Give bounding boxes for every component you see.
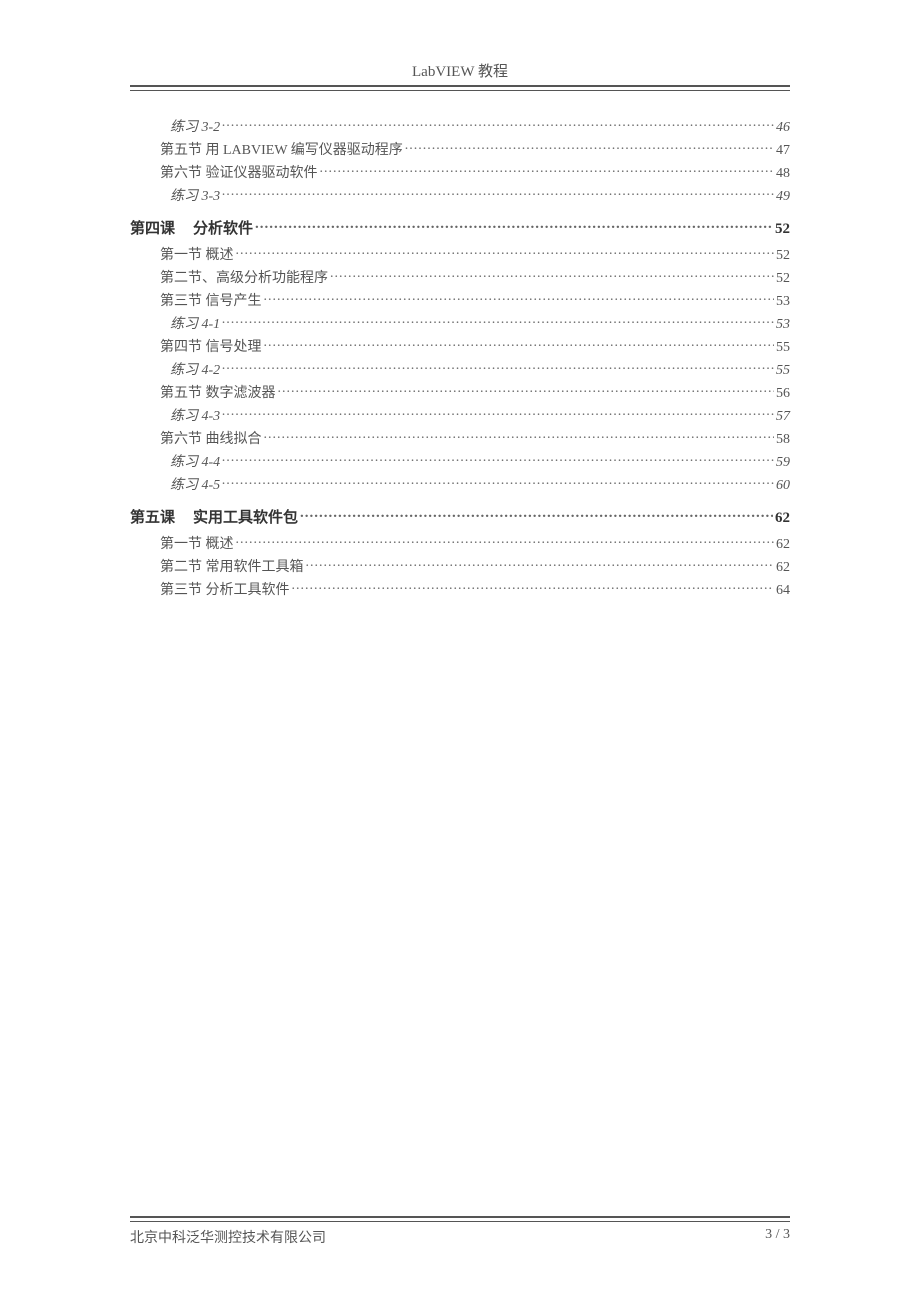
toc-page-number: 62: [776, 537, 790, 553]
toc-leader-dots: [222, 314, 774, 328]
toc-leader-dots: [278, 383, 775, 397]
toc-leader-dots: [222, 452, 774, 466]
toc-entry: 第二节、高级分析功能程序 52: [130, 267, 790, 287]
toc-label: 第二节 常用软件工具箱: [160, 556, 304, 576]
document-header-title: LabVIEW 教程: [130, 60, 790, 81]
toc-page-number: 47: [776, 143, 790, 159]
toc-leader-dots: [300, 507, 773, 522]
table-of-contents: 练习 3-2 46 第五节 用 LABVIEW 编写仪器驱动程序 47 第六节 …: [130, 116, 790, 599]
toc-label: 第一节 概述: [160, 244, 234, 264]
toc-label: 练习 3-3: [170, 185, 220, 205]
toc-leader-dots: [264, 337, 775, 351]
toc-label: 第一节 概述: [160, 533, 234, 553]
toc-entry: 第五节 用 LABVIEW 编写仪器驱动程序 47: [130, 139, 790, 159]
toc-page-number: 64: [776, 583, 790, 599]
toc-entry: 练习 3-3 49: [130, 185, 790, 205]
toc-leader-dots: [264, 429, 775, 443]
toc-label: 练习 4-4: [170, 451, 220, 471]
toc-page-number: 46: [776, 120, 790, 136]
toc-leader-dots: [236, 534, 775, 548]
toc-entry: 第四节 信号处理 55: [130, 336, 790, 356]
toc-chapter-heading: 第四课分析软件 52: [130, 217, 790, 238]
toc-entry: 第六节 曲线拟合 58: [130, 428, 790, 448]
toc-label: 练习 4-5: [170, 474, 220, 494]
toc-label: 练习 4-1: [170, 313, 220, 333]
toc-label: 第三节 分析工具软件: [160, 579, 290, 599]
toc-leader-dots: [222, 186, 774, 200]
toc-leader-dots: [255, 218, 773, 233]
toc-page-number: 53: [776, 317, 790, 333]
toc-label: 第四节 信号处理: [160, 336, 262, 356]
toc-page-number: 58: [776, 432, 790, 448]
toc-page-number: 55: [776, 363, 790, 379]
toc-entry: 第二节 常用软件工具箱 62: [130, 556, 790, 576]
toc-label: 练习 4-2: [170, 359, 220, 379]
footer-page-number: 3 / 3: [765, 1227, 790, 1247]
toc-page-number: 55: [776, 340, 790, 356]
toc-label: 第五节 数字滤波器: [160, 382, 276, 402]
toc-leader-dots: [264, 291, 775, 305]
toc-label: 第三节 信号产生: [160, 290, 262, 310]
toc-leader-dots: [405, 140, 774, 154]
toc-entry: 练习 3-2 46: [130, 116, 790, 136]
toc-leader-dots: [222, 360, 774, 374]
toc-page-number: 62: [776, 560, 790, 576]
toc-label: 第六节 曲线拟合: [160, 428, 262, 448]
toc-page-number: 53: [776, 294, 790, 310]
header-rule: [130, 85, 790, 91]
toc-leader-dots: [306, 557, 775, 571]
toc-entry: 第一节 概述 62: [130, 533, 790, 553]
toc-label: 练习 4-3: [170, 405, 220, 425]
toc-page-number: 56: [776, 386, 790, 402]
toc-entry: 练习 4-4 59: [130, 451, 790, 471]
toc-chapter-label: 第四课分析软件: [130, 217, 253, 238]
toc-page-number: 48: [776, 166, 790, 182]
toc-page-number: 59: [776, 455, 790, 471]
toc-label: 第六节 验证仪器驱动软件: [160, 162, 318, 182]
toc-page-number: 52: [776, 271, 790, 287]
toc-page-number: 52: [775, 221, 790, 238]
toc-chapter-label: 第五课实用工具软件包: [130, 506, 298, 527]
toc-leader-dots: [222, 406, 774, 420]
toc-entry: 练习 4-3 57: [130, 405, 790, 425]
toc-leader-dots: [292, 580, 775, 594]
toc-page-number: 57: [776, 409, 790, 425]
toc-label: 第二节、高级分析功能程序: [160, 267, 328, 287]
footer-rule: [130, 1216, 790, 1222]
footer-company: 北京中科泛华测控技术有限公司: [130, 1227, 326, 1247]
toc-entry: 练习 4-1 53: [130, 313, 790, 333]
toc-entry: 第五节 数字滤波器 56: [130, 382, 790, 402]
toc-page-number: 52: [776, 248, 790, 264]
toc-leader-dots: [222, 475, 774, 489]
toc-entry: 第三节 信号产生 53: [130, 290, 790, 310]
toc-entry: 练习 4-2 55: [130, 359, 790, 379]
toc-chapter-heading: 第五课实用工具软件包 62: [130, 506, 790, 527]
toc-entry: 练习 4-5 60: [130, 474, 790, 494]
toc-entry: 第三节 分析工具软件 64: [130, 579, 790, 599]
toc-leader-dots: [236, 245, 775, 259]
toc-entry: 第一节 概述 52: [130, 244, 790, 264]
toc-leader-dots: [330, 268, 774, 282]
toc-leader-dots: [222, 117, 774, 131]
toc-page-number: 49: [776, 189, 790, 205]
toc-page-number: 60: [776, 478, 790, 494]
toc-page-number: 62: [775, 510, 790, 527]
toc-label: 第五节 用 LABVIEW 编写仪器驱动程序: [160, 139, 403, 159]
toc-label: 练习 3-2: [170, 116, 220, 136]
toc-leader-dots: [320, 163, 775, 177]
toc-entry: 第六节 验证仪器驱动软件 48: [130, 162, 790, 182]
page-footer: 北京中科泛华测控技术有限公司 3 / 3: [130, 1216, 790, 1247]
